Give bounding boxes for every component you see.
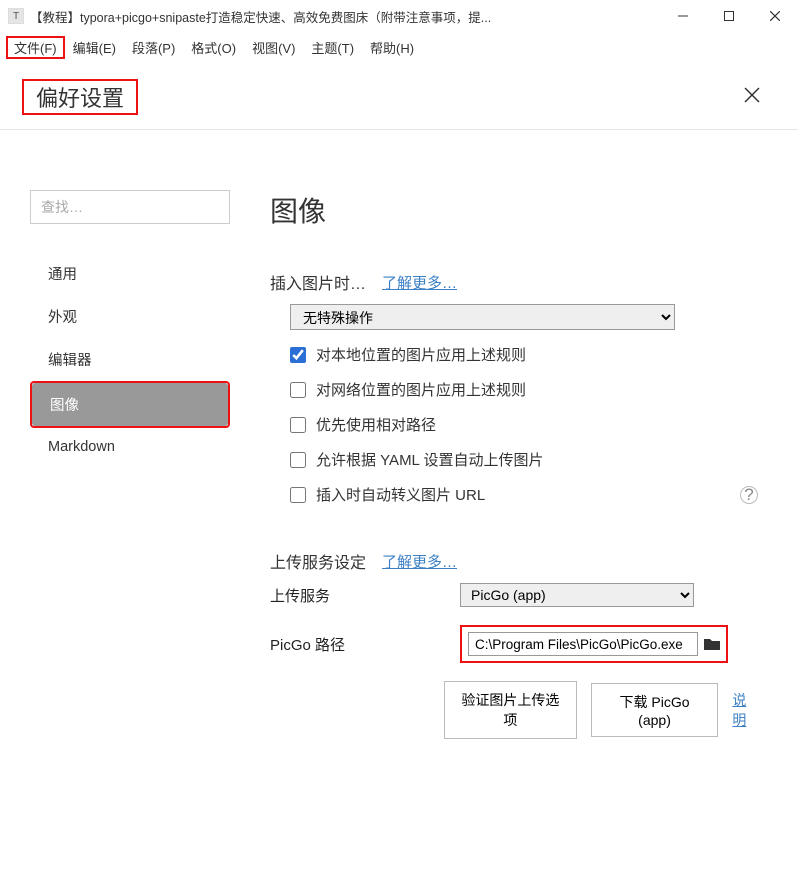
checkbox-local-rule-label: 对本地位置的图片应用上述规则 [316,344,526,365]
checkbox-network-rule: 对网络位置的图片应用上述规则 [290,379,758,400]
sidebar-item-markdown[interactable]: Markdown [30,428,230,466]
menu-theme[interactable]: 主题(T) [303,36,362,59]
sidebar-item-image[interactable]: 图像 [32,383,228,426]
learn-more-link[interactable]: 了解更多… [382,272,457,293]
sidebar-item-general[interactable]: 通用 [30,252,230,295]
picgo-path-input[interactable] [468,632,698,656]
menu-paragraph[interactable]: 段落(P) [124,36,183,59]
window-close-button[interactable] [752,0,798,32]
button-row: 验证图片上传选项 下载 PicGo (app) 说明 [270,681,758,739]
checkbox-network-rule-input[interactable] [290,382,306,398]
picgo-path-highlight [460,625,728,663]
sidebar-item-editor[interactable]: 编辑器 [30,338,230,381]
titlebar: T 【教程】typora+picgo+snipaste打造稳定快速、高效免费图床… [0,0,798,32]
preferences-body: 查找… 通用 外观 编辑器 图像 Markdown 图像 插入图片时… 了解更多… [0,130,798,739]
section-heading: 图像 [270,190,758,230]
sidebar: 查找… 通用 外观 编辑器 图像 Markdown [30,190,230,739]
description-link[interactable]: 说明 [732,690,758,730]
checkbox-network-rule-label: 对网络位置的图片应用上述规则 [316,379,526,400]
checkbox-yaml-upload: 允许根据 YAML 设置自动上传图片 [290,449,758,470]
upload-heading-row: 上传服务设定 了解更多… [270,549,758,573]
checkbox-yaml-upload-input[interactable] [290,452,306,468]
menubar: 文件(F) 编辑(E) 段落(P) 格式(O) 视图(V) 主题(T) 帮助(H… [0,32,798,65]
close-button[interactable] [736,82,768,113]
checkbox-escape-url-input[interactable] [290,487,306,503]
folder-icon[interactable] [704,638,720,650]
menu-format[interactable]: 格式(O) [183,36,244,59]
checkbox-yaml-upload-label: 允许根据 YAML 设置自动上传图片 [316,449,544,470]
upload-service-select[interactable]: PicGo (app) [460,583,694,607]
menu-view[interactable]: 视图(V) [244,36,303,59]
upload-service-row: 上传服务 PicGo (app) [270,583,758,607]
minimize-button[interactable] [660,0,706,32]
sidebar-item-appearance[interactable]: 外观 [30,295,230,338]
help-icon[interactable]: ? [740,486,758,504]
picgo-path-row: PicGo 路径 [270,625,758,663]
insert-label: 插入图片时… [270,270,366,294]
checkbox-relative-path: 优先使用相对路径 [290,414,758,435]
preferences-title: 偏好设置 [24,82,136,115]
search-input[interactable]: 查找… [30,190,230,224]
window-controls [660,0,798,32]
menu-edit[interactable]: 编辑(E) [65,36,124,59]
upload-service-label: 上传服务 [270,585,460,606]
upload-learn-more-link[interactable]: 了解更多… [382,551,457,572]
content-panel: 图像 插入图片时… 了解更多… 无特殊操作 对本地位置的图片应用上述规则 对网络… [270,190,768,739]
checkbox-local-rule: 对本地位置的图片应用上述规则 [290,344,758,365]
picgo-path-label: PicGo 路径 [270,634,460,655]
maximize-button[interactable] [706,0,752,32]
insert-action-select[interactable]: 无特殊操作 [290,304,675,330]
upload-heading: 上传服务设定 [270,549,366,573]
window-title: 【教程】typora+picgo+snipaste打造稳定快速、高效免费图床（附… [30,7,660,26]
checkbox-local-rule-input[interactable] [290,347,306,363]
checkbox-escape-url-label: 插入时自动转义图片 URL [316,484,485,505]
insert-image-row: 插入图片时… 了解更多… [270,270,758,294]
checkbox-relative-path-input[interactable] [290,417,306,433]
checkbox-escape-url: 插入时自动转义图片 URL ? [290,484,758,505]
app-icon: T [8,8,24,24]
verify-upload-button[interactable]: 验证图片上传选项 [444,681,577,739]
sidebar-item-image-highlight: 图像 [30,381,230,428]
download-picgo-button[interactable]: 下载 PicGo (app) [591,683,719,737]
preferences-header: 偏好设置 [0,65,798,130]
checkbox-relative-path-label: 优先使用相对路径 [316,414,436,435]
menu-help[interactable]: 帮助(H) [362,36,422,59]
menu-file[interactable]: 文件(F) [6,36,65,59]
